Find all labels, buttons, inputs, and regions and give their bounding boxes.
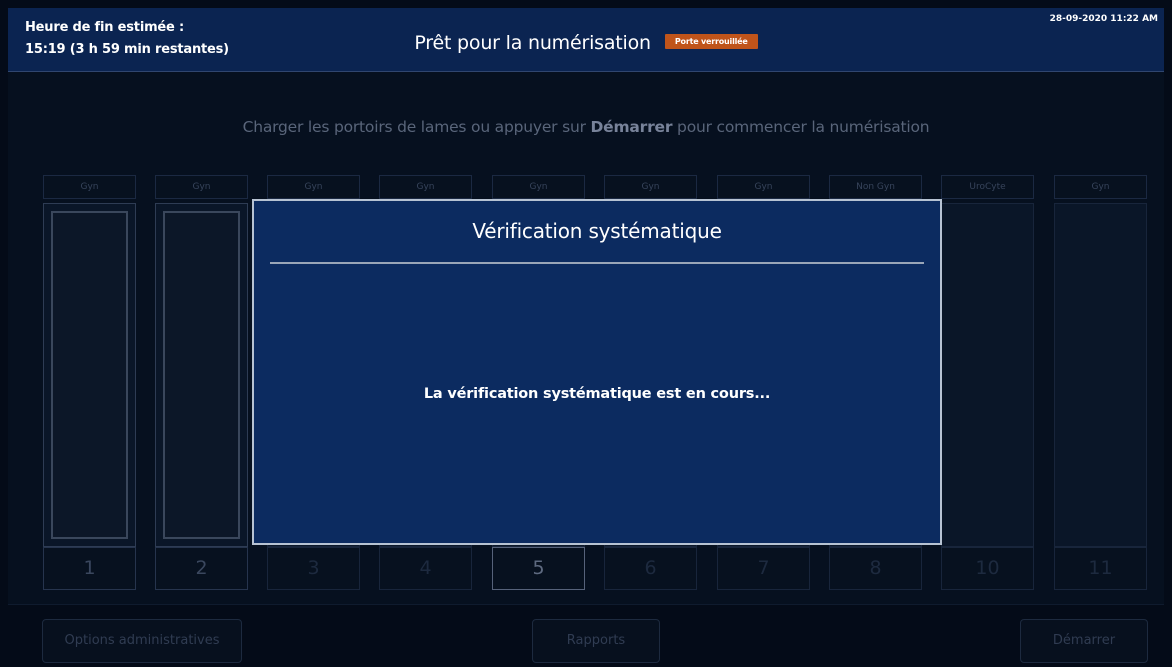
rack-slot — [51, 211, 128, 539]
rack-number: 1 — [43, 547, 136, 590]
rack-slot — [163, 211, 240, 539]
rack-number: 11 — [1054, 547, 1147, 590]
instruction-text: Charger les portoirs de lames ou appuyer… — [8, 118, 1164, 136]
instruction-text-bold: Démarrer — [590, 118, 673, 136]
reports-button[interactable]: Rapports — [532, 619, 660, 663]
slide-rack[interactable]: Gyn 11 — [1054, 175, 1147, 593]
rack-number: 7 — [717, 547, 810, 590]
rack-type-label: Gyn — [267, 175, 360, 199]
rack-type-label: Gyn — [43, 175, 136, 199]
rack-number: 2 — [155, 547, 248, 590]
start-button[interactable]: Démarrer — [1020, 619, 1148, 663]
status-badge: Porte verrouillée — [664, 34, 758, 49]
rack-type-label: Gyn — [492, 175, 585, 199]
instruction-text-before: Charger les portoirs de lames ou appuyer… — [242, 118, 591, 136]
rack-type-label: Gyn — [379, 175, 472, 199]
instruction-text-after: pour commencer la numérisation — [672, 118, 930, 136]
rack-type-label: UroCyte — [941, 175, 1034, 199]
slide-rack[interactable]: UroCyte 10 — [941, 175, 1034, 593]
rack-number: 3 — [267, 547, 360, 590]
admin-options-button[interactable]: Options administratives — [42, 619, 242, 663]
dialog-message: La vérification systématique est en cour… — [423, 386, 771, 402]
page-title-text: Prêt pour la numérisation — [414, 32, 651, 54]
rack-type-label: Gyn — [717, 175, 810, 199]
rack-number: 4 — [379, 547, 472, 590]
rack-number: 8 — [829, 547, 922, 590]
slide-rack[interactable]: Gyn 2 — [155, 175, 248, 593]
dialog-title: Vérification systématique — [472, 219, 722, 243]
rack-body — [155, 203, 248, 547]
rack-body — [941, 203, 1034, 547]
slide-rack[interactable]: Gyn 1 — [43, 175, 136, 593]
dialog-divider — [270, 262, 924, 264]
verification-dialog: Vérification systématique La vérificatio… — [252, 199, 942, 545]
rack-number: 6 — [604, 547, 697, 590]
rack-type-label: Gyn — [155, 175, 248, 199]
rack-type-label: Gyn — [1054, 175, 1147, 199]
rack-number: 10 — [941, 547, 1034, 590]
page-title: Prêt pour la numérisation Porte verrouill… — [8, 32, 1164, 54]
rack-type-label: Non Gyn — [829, 175, 922, 199]
datetime: 28-09-2020 11:22 AM — [1049, 14, 1158, 24]
footer-bar: Options administratives Rapports Démarre… — [8, 604, 1164, 667]
top-header: Heure de fin estimée : 15:19 (3 h 59 min… — [8, 8, 1164, 72]
rack-body — [43, 203, 136, 547]
rack-number: 5 — [492, 547, 585, 590]
rack-type-label: Gyn — [604, 175, 697, 199]
rack-body — [1054, 203, 1147, 547]
